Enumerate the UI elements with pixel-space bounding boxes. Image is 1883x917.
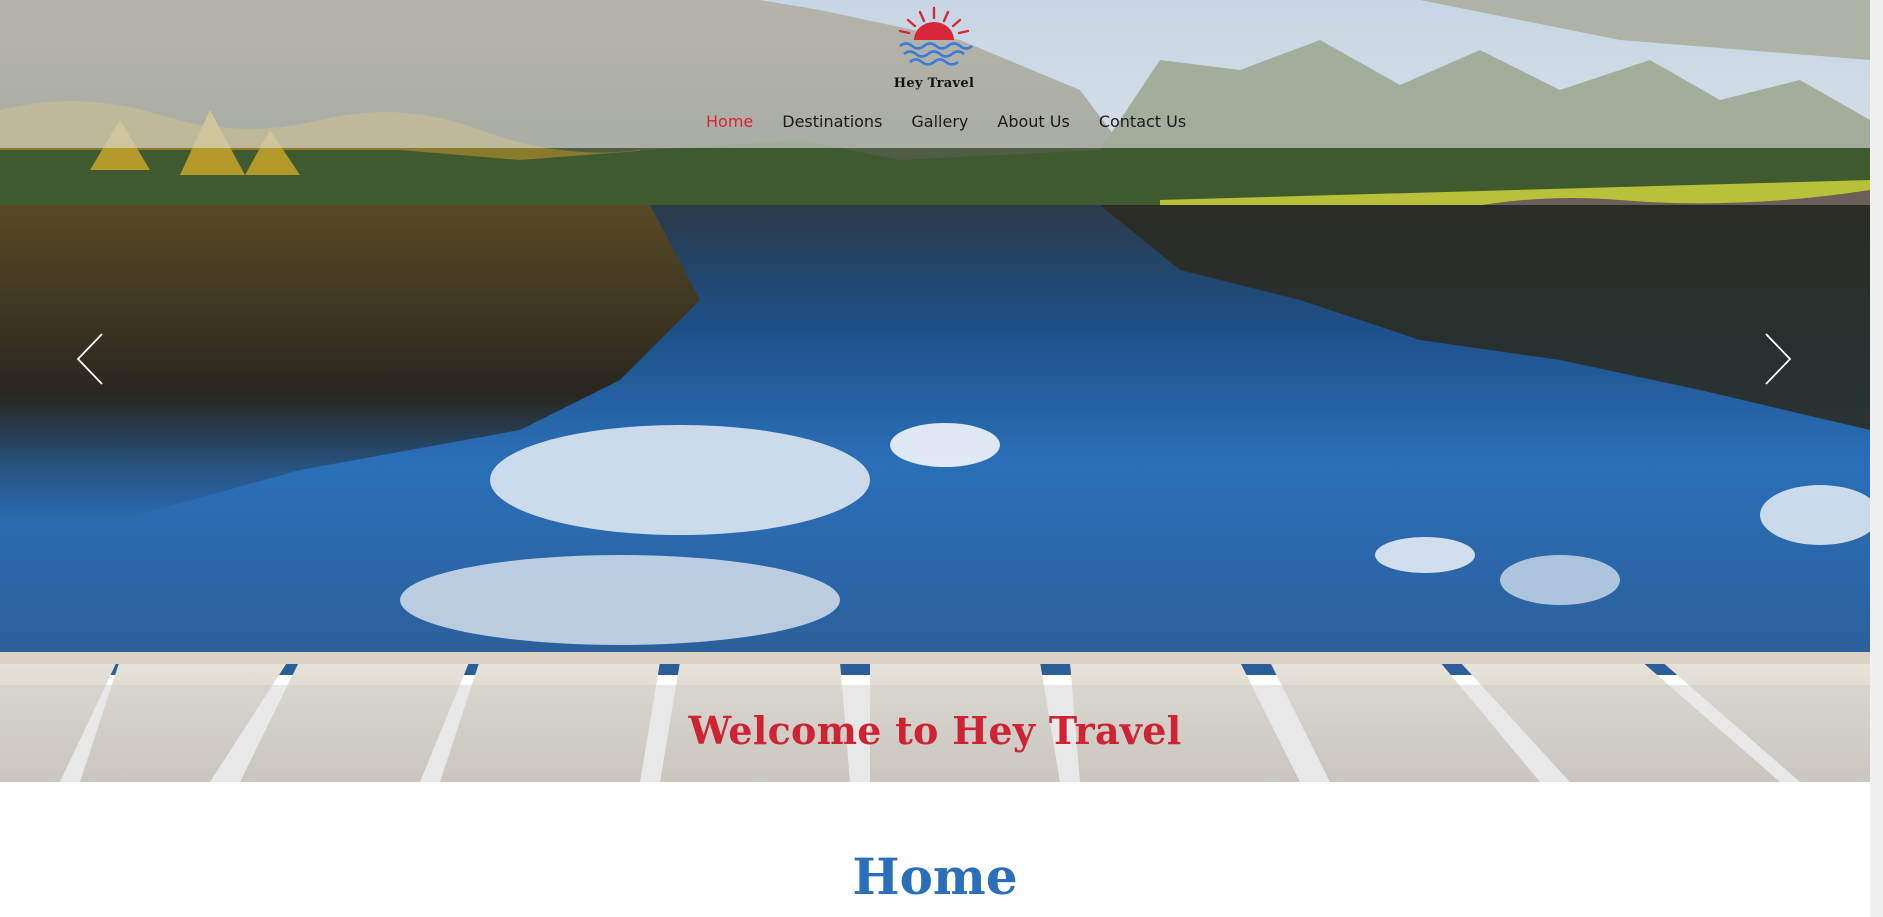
chevron-right-icon (1765, 333, 1792, 385)
sun-waves-logo-icon (898, 6, 973, 66)
nav-item-home[interactable]: Home (706, 112, 753, 131)
slider-caption-text: Welcome to Hey Travel (688, 708, 1182, 753)
hero-slider: Hey Travel Home Destinations Gallery Abo… (0, 0, 1870, 782)
page: Hey Travel Home Destinations Gallery Abo… (0, 0, 1870, 917)
nav-item-gallery[interactable]: Gallery (911, 112, 968, 131)
nav-item-about-us[interactable]: About Us (997, 112, 1069, 131)
site-header: Hey Travel Home Destinations Gallery Abo… (0, 0, 1870, 148)
slider-prev-button[interactable] (74, 330, 108, 388)
nav-item-contact-us[interactable]: Contact Us (1099, 112, 1186, 131)
slider-caption: Welcome to Hey Travel (0, 685, 1870, 782)
slider-next-button[interactable] (1760, 330, 1794, 388)
logo[interactable]: Hey Travel (892, 6, 976, 92)
chevron-left-icon (76, 333, 103, 385)
page-title: Home (852, 846, 1018, 906)
logo-text: Hey Travel (893, 76, 975, 91)
nav-item-destinations[interactable]: Destinations (782, 112, 882, 131)
scrollbar-gutter[interactable] (1870, 0, 1883, 917)
